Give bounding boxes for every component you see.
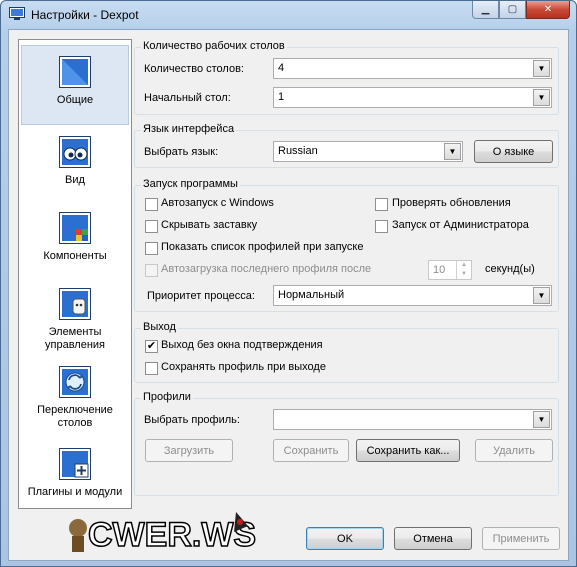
show-profiles-checkbox[interactable] xyxy=(145,242,158,255)
settings-window: Настройки - Dexpot ▁ ▢ ✕ Общие Вид Компо… xyxy=(0,0,577,567)
maximize-button[interactable]: ▢ xyxy=(499,1,526,19)
seconds-value: 10 xyxy=(433,264,446,276)
save-profile-on-exit-checkbox[interactable] xyxy=(145,362,158,375)
autoload-last-label: Автозагрузка последнего профиля после xyxy=(161,263,372,275)
hide-splash-label: Скрывать заставку xyxy=(161,219,258,231)
app-icon xyxy=(9,7,25,20)
cancel-button[interactable]: Отмена xyxy=(394,527,472,550)
sidebar-item-label: Общие xyxy=(56,94,94,106)
desktop-count-value: 4 xyxy=(278,62,285,74)
autostart-label: Автозапуск с Windows xyxy=(161,197,274,209)
sidebar-item-label: Переключение столов xyxy=(21,404,129,430)
chevron-down-icon: ▼ xyxy=(444,143,461,160)
sidebar-item-plugins[interactable]: Плагины и модули xyxy=(21,448,129,508)
sidebar-item-view[interactable]: Вид xyxy=(21,136,129,198)
plugins-icon xyxy=(59,448,91,480)
checkmark-icon: ✔ xyxy=(146,340,157,352)
apply-button[interactable]: Применить xyxy=(482,527,560,550)
watermark-logo: CWER.WS xyxy=(69,512,256,555)
category-sidebar: Общие Вид Компоненты Элементы управления… xyxy=(18,39,132,509)
window-title: Настройки - Dexpot xyxy=(31,8,139,22)
about-language-button[interactable]: О языке xyxy=(474,140,553,163)
sidebar-item-label: Элементы управления xyxy=(21,326,129,352)
sidebar-item-general[interactable]: Общие xyxy=(21,45,129,125)
start-desktop-value: 1 xyxy=(278,91,285,103)
chevron-down-icon: ▼ xyxy=(533,60,550,77)
sidebar-item-label: Плагины и модули xyxy=(27,486,123,498)
chevron-down-icon: ▼ xyxy=(533,89,550,106)
priority-label: Приоритет процесса: xyxy=(147,290,255,302)
profile-select[interactable]: ▼ xyxy=(273,409,552,430)
save-profile-on-exit-label: Сохранять профиль при выходе xyxy=(161,361,326,373)
priority-value: Нормальный xyxy=(278,289,345,301)
watermark-text: CWER.WS xyxy=(88,516,256,554)
dialog-client-area: Общие Вид Компоненты Элементы управления… xyxy=(8,29,569,561)
hide-splash-checkbox[interactable] xyxy=(145,220,158,233)
minimize-icon: ▁ xyxy=(481,4,490,15)
desktops-group: Количество рабочих столов Количество сто… xyxy=(134,40,559,115)
save-profile-button[interactable]: Сохранить xyxy=(273,439,349,462)
sidebar-item-controls[interactable]: Элементы управления xyxy=(21,288,129,360)
run-as-admin-checkbox[interactable] xyxy=(375,220,388,233)
language-label: Выбрать язык: xyxy=(144,146,219,158)
startup-group: Запуск программы Автозапуск с Windows Пр… xyxy=(134,178,559,312)
ok-button[interactable]: OK xyxy=(306,527,384,550)
profiles-group: Профили Выбрать профиль: ▼ Загрузить Сох… xyxy=(134,391,559,496)
chevron-down-icon: ▼ xyxy=(533,287,550,304)
autoload-seconds-spinner[interactable]: 10 ▲ ▼ xyxy=(428,260,472,280)
sidebar-item-label: Компоненты xyxy=(43,250,107,262)
exit-no-confirm-checkbox[interactable]: ✔ xyxy=(145,340,158,353)
run-as-admin-label: Запуск от Администратора xyxy=(392,219,529,231)
switching-icon xyxy=(59,366,91,398)
controls-icon xyxy=(59,288,91,320)
sidebar-item-label-line2: управления xyxy=(45,339,105,351)
sidebar-item-label-line2: столов xyxy=(57,417,93,429)
group-title: Выход xyxy=(141,321,178,333)
language-value: Russian xyxy=(278,145,318,157)
language-group: Язык интерфейса Выбрать язык: Russian ▼ … xyxy=(134,123,559,168)
sidebar-item-components[interactable]: Компоненты xyxy=(21,212,129,274)
sidebar-item-label-line1: Переключение xyxy=(37,404,113,416)
exit-no-confirm-label: Выход без окна подтверждения xyxy=(161,339,323,351)
save-profile-as-button[interactable]: Сохранить как... xyxy=(356,439,460,462)
desktop-count-select[interactable]: 4 ▼ xyxy=(273,58,552,79)
check-updates-checkbox[interactable] xyxy=(375,198,388,211)
start-desktop-label: Начальный стол: xyxy=(144,92,231,104)
close-button[interactable]: ✕ xyxy=(526,1,570,19)
minimize-button[interactable]: ▁ xyxy=(472,1,499,19)
group-title: Запуск программы xyxy=(141,178,240,190)
group-title: Язык интерфейса xyxy=(141,123,237,135)
profile-label: Выбрать профиль: xyxy=(144,414,240,426)
seconds-label: секунд(ы) xyxy=(485,263,535,275)
chevron-down-icon: ▼ xyxy=(533,411,550,428)
check-updates-label: Проверять обновления xyxy=(392,197,511,209)
autoload-last-checkbox[interactable] xyxy=(145,264,158,277)
general-icon xyxy=(59,56,91,88)
exit-group: Выход ✔ Выход без окна подтверждения Сох… xyxy=(134,321,559,383)
autostart-checkbox[interactable] xyxy=(145,198,158,211)
delete-profile-button[interactable]: Удалить xyxy=(475,439,553,462)
components-icon xyxy=(59,212,91,244)
sidebar-item-label: Вид xyxy=(65,174,85,186)
start-desktop-select[interactable]: 1 ▼ xyxy=(273,87,552,108)
priority-select[interactable]: Нормальный ▼ xyxy=(273,285,552,306)
load-profile-button[interactable]: Загрузить xyxy=(145,439,233,462)
sidebar-item-switching[interactable]: Переключение столов xyxy=(21,366,129,438)
language-select[interactable]: Russian ▼ xyxy=(273,141,463,162)
spinner-arrows-icon: ▲ ▼ xyxy=(456,261,471,279)
view-icon xyxy=(59,136,91,168)
sidebar-item-label-line1: Элементы xyxy=(48,326,102,338)
group-title: Количество рабочих столов xyxy=(141,40,287,52)
desktop-count-label: Количество столов: xyxy=(144,63,244,75)
maximize-icon: ▢ xyxy=(507,4,518,15)
show-profiles-label: Показать список профилей при запуске xyxy=(161,241,364,253)
group-title: Профили xyxy=(141,391,193,403)
title-bar[interactable]: Настройки - Dexpot ▁ ▢ ✕ xyxy=(1,1,576,29)
close-icon: ✕ xyxy=(543,4,553,15)
